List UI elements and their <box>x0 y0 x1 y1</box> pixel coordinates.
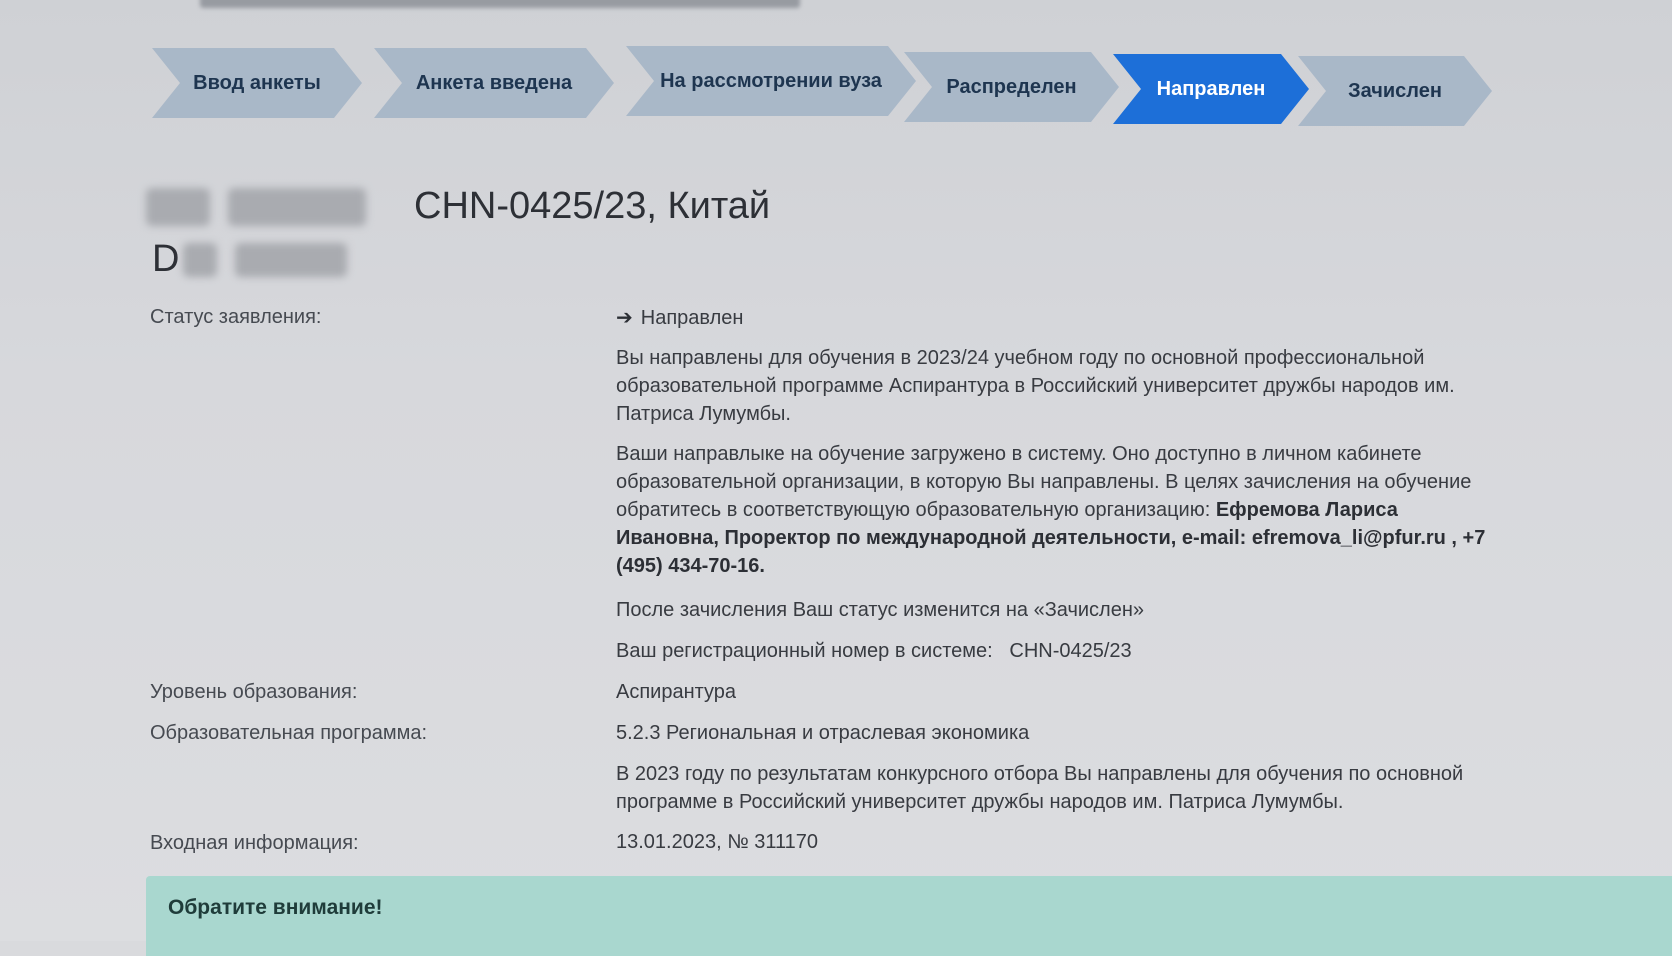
redacted-name-part <box>228 188 366 226</box>
step-input-form: Ввод анкеты <box>152 48 362 118</box>
registration-number-row: Ваш регистрационный номер в системе: CHN… <box>616 637 1496 665</box>
registration-heading: CHN-0425/23, Китай <box>414 185 771 227</box>
arrow-right-icon: ➔ <box>616 307 633 329</box>
program-label: Образовательная программа: <box>150 722 428 744</box>
status-text: Направлен <box>640 307 744 329</box>
step-university-review: На рассмотрении вуза <box>626 46 916 116</box>
progress-steps: Ввод анкеты Анкета введена На рассмотрен… <box>152 44 1492 124</box>
step-distributed: Распределен <box>904 52 1119 122</box>
applicant-name-redacted <box>146 188 366 226</box>
step-directed: Направлен <box>1113 54 1309 124</box>
status-instructions: Ваши направлыке на обучение загружено в … <box>616 440 1496 580</box>
step-enrolled: Зачислен <box>1298 56 1492 126</box>
redacted-name-part <box>183 242 218 277</box>
registration-number-label: Ваш регистрационный номер в системе: <box>616 640 993 662</box>
name-initial: D <box>152 238 180 280</box>
status-label: Статус заявления: <box>150 306 322 328</box>
applicant-name-line-2: D <box>152 238 348 281</box>
registration-number-value: CHN-0425/23 <box>1009 640 1132 662</box>
step-form-entered: Анкета введена <box>374 48 614 118</box>
program-value: 5.2.3 Региональная и отраслевая экономик… <box>616 722 1030 744</box>
status-value: ➔ Направлен <box>616 304 1496 332</box>
incoming-info-value: 13.01.2023, № 311170 <box>616 831 818 853</box>
notice-title: Обратите внимание! <box>168 896 383 919</box>
application-status-page: Ввод анкеты Анкета введена На рассмотрен… <box>0 0 1672 956</box>
notice-box: Обратите внимание! <box>146 876 1672 956</box>
education-level-value: Аспирантура <box>616 681 737 703</box>
redacted-name-part <box>235 242 348 277</box>
cropped-header-text <box>200 0 800 8</box>
program-note: В 2023 году по результатам конкурсного о… <box>616 763 1464 813</box>
incoming-info-label: Входная информация: <box>150 832 359 854</box>
education-level-label: Уровень образования: <box>150 681 358 703</box>
status-description: Вы направлены для обучения в 2023/24 уче… <box>616 347 1455 425</box>
redacted-name-part <box>146 188 210 226</box>
status-next-step: После зачисления Ваш статус изменится на… <box>616 599 1145 621</box>
